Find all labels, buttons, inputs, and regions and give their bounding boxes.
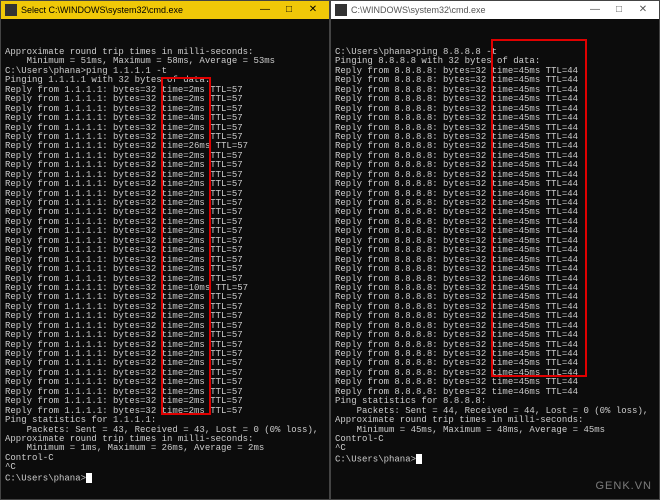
cmd-window-right: C:\WINDOWS\system32\cmd.exe — □ ✕ C:\Use… <box>330 0 660 500</box>
terminal-line: ^C <box>335 444 655 453</box>
cmd-window-left: Select C:\WINDOWS\system32\cmd.exe — □ ✕… <box>0 0 330 500</box>
close-button[interactable]: ✕ <box>631 2 655 18</box>
window-controls: — □ ✕ <box>583 2 655 18</box>
terminal-line: Control-C <box>5 454 325 463</box>
terminal-output-right[interactable]: C:\Users\phana>ping 8.8.8.8 -tPinging 8.… <box>331 19 659 499</box>
maximize-button[interactable]: □ <box>607 2 631 18</box>
minimize-button[interactable]: — <box>253 2 277 18</box>
cursor <box>86 473 92 483</box>
cmd-icon <box>5 4 17 16</box>
cursor <box>416 454 422 464</box>
maximize-button[interactable]: □ <box>277 2 301 18</box>
terminal-output-left[interactable]: Approximate round trip times in milli-se… <box>1 19 329 499</box>
cmd-icon <box>335 4 347 16</box>
titlebar-right[interactable]: C:\WINDOWS\system32\cmd.exe — □ ✕ <box>331 1 659 19</box>
terminal-line: ^C <box>5 463 325 472</box>
window-title: Select C:\WINDOWS\system32\cmd.exe <box>21 6 253 15</box>
terminal-line: Control-C <box>335 435 655 444</box>
window-controls: — □ ✕ <box>253 2 325 18</box>
minimize-button[interactable]: — <box>583 2 607 18</box>
titlebar-left[interactable]: Select C:\WINDOWS\system32\cmd.exe — □ ✕ <box>1 1 329 19</box>
close-button[interactable]: ✕ <box>301 2 325 18</box>
window-title: C:\WINDOWS\system32\cmd.exe <box>351 6 583 15</box>
